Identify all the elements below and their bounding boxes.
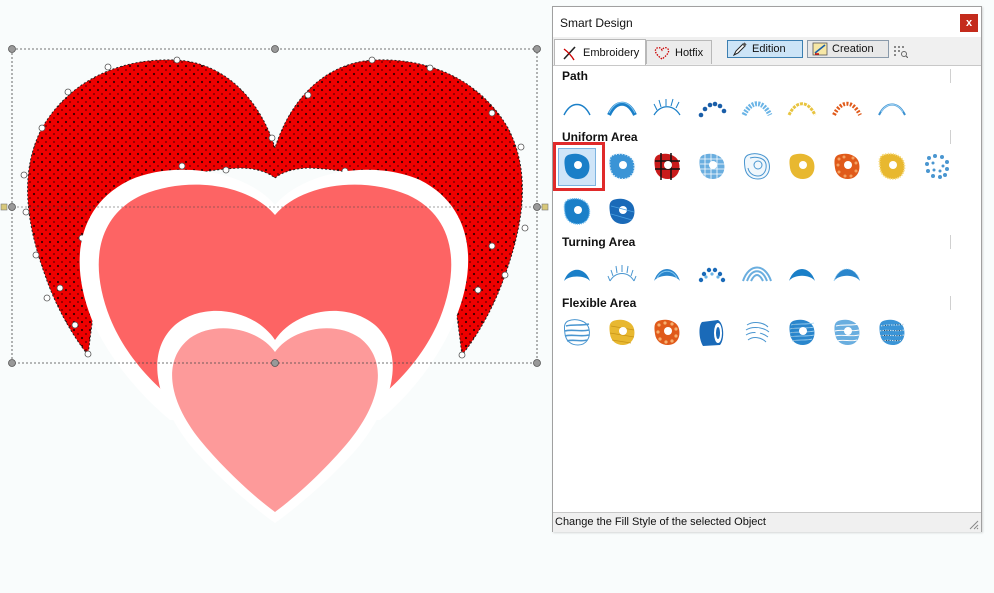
- tab-hotfix[interactable]: Hotfix: [646, 40, 712, 64]
- panel-title: Smart Design: [560, 16, 633, 30]
- turning-area-style-7[interactable]: [829, 254, 865, 290]
- close-button[interactable]: x: [960, 14, 978, 32]
- creation-label: Creation: [832, 43, 874, 55]
- tab-embroidery[interactable]: Embroidery: [554, 39, 646, 65]
- turning-area-style-6[interactable]: [784, 254, 820, 290]
- section-title-path: Path: [562, 69, 589, 83]
- turning-area-style-5[interactable]: [739, 254, 775, 290]
- path-style-4[interactable]: [694, 88, 730, 124]
- path-style-3[interactable]: [649, 88, 685, 124]
- fill-style-gallery: Path Uniform Area Turning Area Flexible …: [553, 66, 981, 513]
- pink-heart-object[interactable]: [172, 328, 378, 512]
- tab-hotfix-label: Hotfix: [675, 46, 704, 59]
- edition-button[interactable]: Edition: [727, 40, 803, 58]
- flexible-area-style-8[interactable]: [874, 315, 910, 351]
- toolbar-grip-icon: [894, 46, 908, 58]
- flexible-area-style-5[interactable]: [739, 315, 775, 351]
- uniform-area-style-8[interactable]: [874, 149, 910, 185]
- uniform-area-style-6[interactable]: [784, 149, 820, 185]
- status-bar: Change the Fill Style of the selected Ob…: [553, 512, 981, 532]
- flexible-area-style-3[interactable]: [649, 315, 685, 351]
- path-style-2[interactable]: [604, 88, 640, 124]
- section-divider: [950, 130, 951, 144]
- turning-area-style-1[interactable]: [559, 254, 595, 290]
- status-text: Change the Fill Style of the selected Ob…: [555, 516, 766, 528]
- panel-titlebar[interactable]: Smart Design x: [553, 7, 981, 37]
- flexible-area-style-2[interactable]: [604, 315, 640, 351]
- uniform-area-style-1[interactable]: [553, 142, 605, 191]
- uniform-area-style-10[interactable]: [559, 194, 595, 230]
- uniform-area-style-11[interactable]: [604, 194, 640, 230]
- section-divider: [950, 296, 951, 310]
- path-style-8[interactable]: [874, 88, 910, 124]
- tab-bar: Embroidery Hotfix Edition Creation: [553, 37, 981, 66]
- uniform-area-style-7[interactable]: [829, 149, 865, 185]
- path-style-7[interactable]: [829, 88, 865, 124]
- tab-embroidery-label: Embroidery: [583, 46, 640, 59]
- flexible-area-style-7[interactable]: [829, 315, 865, 351]
- path-style-1[interactable]: [559, 88, 595, 124]
- turning-area-style-4[interactable]: [694, 254, 730, 290]
- creation-tool-icon: [812, 42, 828, 56]
- section-divider: [950, 69, 951, 83]
- section-title-flexible-area: Flexible Area: [562, 296, 637, 310]
- turning-area-style-3[interactable]: [649, 254, 685, 290]
- section-divider: [950, 235, 951, 249]
- path-style-6[interactable]: [784, 88, 820, 124]
- uniform-area-style-2[interactable]: [604, 149, 640, 185]
- turning-area-style-2[interactable]: [604, 254, 640, 290]
- section-title-uniform-area: Uniform Area: [562, 130, 638, 144]
- uniform-area-style-5[interactable]: [739, 149, 775, 185]
- uniform-area-style-4[interactable]: [694, 149, 730, 185]
- hotfix-heart-icon: [654, 46, 670, 60]
- flexible-area-style-6[interactable]: [784, 315, 820, 351]
- creation-button[interactable]: Creation: [807, 40, 889, 58]
- uniform-area-style-9[interactable]: [919, 149, 955, 185]
- edition-label: Edition: [752, 43, 786, 55]
- resize-grip-icon[interactable]: [967, 518, 979, 530]
- flexible-area-style-1[interactable]: [559, 315, 595, 351]
- edit-pen-icon: [732, 42, 747, 56]
- section-title-turning-area: Turning Area: [562, 235, 636, 249]
- needle-icon: [563, 45, 576, 60]
- smart-design-panel: Smart Design x Embroidery Hotfix Edition: [552, 6, 982, 532]
- flexible-area-style-4[interactable]: [694, 315, 730, 351]
- uniform-area-style-3[interactable]: [649, 149, 685, 185]
- path-style-5[interactable]: [739, 88, 775, 124]
